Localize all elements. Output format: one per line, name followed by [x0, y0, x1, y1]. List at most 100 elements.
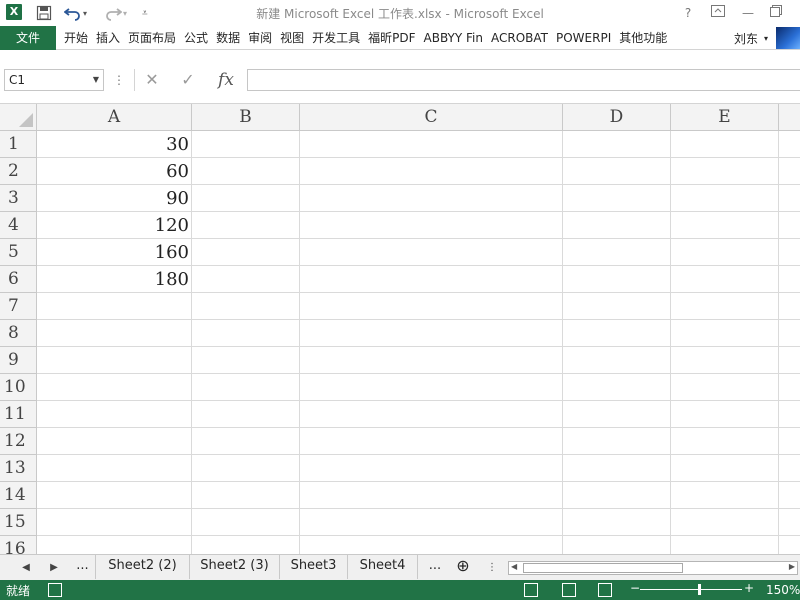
status-bar: 就绪 − + 150%: [0, 580, 800, 600]
scroll-right-arrow-icon[interactable]: ▶: [789, 562, 795, 571]
chevron-down-icon[interactable]: ▾: [764, 34, 768, 43]
row-header[interactable]: 13: [0, 455, 37, 482]
select-all-button[interactable]: [0, 104, 37, 131]
sheet-tab-sheet2-3[interactable]: Sheet2 (3): [190, 555, 280, 579]
horizontal-scrollbar[interactable]: ◀ ▶: [508, 561, 798, 575]
spreadsheet-grid[interactable]: A B C D E 1 2 3 4 5 6 7 8 9 10 11 12 13 …: [0, 104, 800, 554]
column-header-d[interactable]: D: [563, 104, 671, 131]
row-header[interactable]: 5: [0, 239, 37, 266]
cell-a4[interactable]: 120: [37, 212, 192, 239]
cell-a6[interactable]: 180: [37, 266, 192, 293]
row-header[interactable]: 14: [0, 482, 37, 509]
scroll-right-icon[interactable]: ▶: [46, 559, 62, 577]
row-header[interactable]: 8: [0, 320, 37, 347]
gridline: [37, 508, 800, 509]
tab-formulas[interactable]: 公式: [180, 26, 212, 50]
row-header[interactable]: 4: [0, 212, 37, 239]
gridline: [37, 346, 800, 347]
zoom-in-icon[interactable]: +: [744, 581, 754, 595]
gridline: [37, 481, 800, 482]
ribbon-tabs: 文件 开始 插入 页面布局 公式 数据 审阅 视图 开发工具 福昕PDF ABB…: [0, 25, 800, 50]
user-name[interactable]: 刘东: [734, 30, 758, 47]
tab-data[interactable]: 数据: [212, 26, 244, 50]
sheet-tab-sheet3[interactable]: Sheet3: [280, 555, 348, 579]
enter-check-icon[interactable]: ✓: [176, 69, 200, 91]
gridline: [778, 131, 779, 554]
title-bar: X ▾ ▾ ⩡ 新建 Microsoft Excel 工作表.xlsx - Mi…: [0, 0, 800, 26]
row-header[interactable]: 7: [0, 293, 37, 320]
formula-bar: C1 ▼ ⋮ ✕ ✓ fx: [0, 50, 800, 104]
row-header[interactable]: 16: [0, 536, 37, 554]
gridline: [37, 454, 800, 455]
tab-file[interactable]: 文件: [0, 25, 56, 50]
zoom-slider-thumb[interactable]: [698, 584, 701, 595]
minimize-icon[interactable]: —: [738, 3, 758, 23]
more-options-icon[interactable]: ⋮: [484, 559, 500, 577]
gridline: [37, 319, 800, 320]
zoom-out-icon[interactable]: −: [630, 581, 640, 595]
row-header[interactable]: 15: [0, 509, 37, 536]
tab-review[interactable]: 审阅: [244, 26, 276, 50]
page-break-view-icon[interactable]: [598, 583, 612, 597]
sheet-tab-sheet2-2[interactable]: Sheet2 (2): [96, 555, 190, 579]
insert-function-icon[interactable]: fx: [212, 69, 240, 91]
column-header-f[interactable]: [779, 104, 800, 131]
column-header-c[interactable]: C: [300, 104, 563, 131]
zoom-slider[interactable]: [640, 589, 742, 590]
row-header[interactable]: 11: [0, 401, 37, 428]
row-header[interactable]: 2: [0, 158, 37, 185]
cell-a2[interactable]: 60: [37, 158, 192, 185]
more-options-icon[interactable]: ⋮: [112, 69, 126, 91]
gridline: [37, 535, 800, 536]
cell-a3[interactable]: 90: [37, 185, 192, 212]
help-button[interactable]: ?: [678, 3, 698, 23]
add-sheet-icon[interactable]: ⊕: [452, 555, 474, 579]
cancel-icon[interactable]: ✕: [140, 69, 164, 91]
tab-powerpivot[interactable]: POWERPI: [552, 26, 615, 50]
row-header[interactable]: 1: [0, 131, 37, 158]
column-header-b[interactable]: B: [192, 104, 300, 131]
sheet-tab-sheet4[interactable]: Sheet4: [348, 555, 418, 579]
gridline: [37, 373, 800, 374]
cell-a5[interactable]: 160: [37, 239, 192, 266]
zoom-level[interactable]: 150%: [766, 583, 800, 597]
tab-developer[interactable]: 开发工具: [308, 26, 364, 50]
tab-insert[interactable]: 插入: [92, 26, 124, 50]
scroll-left-icon[interactable]: ◀: [18, 559, 34, 577]
normal-view-icon[interactable]: [524, 583, 538, 597]
user-account[interactable]: 刘东 ▾: [734, 26, 800, 50]
tab-acrobat[interactable]: ACROBAT: [487, 26, 552, 50]
scroll-left-arrow-icon[interactable]: ◀: [511, 562, 517, 571]
ribbon-display-icon[interactable]: [708, 3, 728, 23]
tab-view[interactable]: 视图: [276, 26, 308, 50]
cell-a1[interactable]: 30: [37, 131, 192, 158]
gridline: [299, 131, 300, 554]
more-sheets-left[interactable]: ...: [70, 555, 96, 579]
tab-abbyy[interactable]: ABBYY Fin: [420, 26, 487, 50]
divider: [134, 69, 135, 91]
page-layout-view-icon[interactable]: [562, 583, 576, 597]
formula-input[interactable]: [247, 69, 800, 91]
tab-other-functions[interactable]: 其他功能: [615, 26, 671, 50]
status-text: 就绪: [6, 584, 31, 598]
gridline: [670, 131, 671, 554]
column-header-a[interactable]: A: [37, 104, 192, 131]
row-header[interactable]: 12: [0, 428, 37, 455]
chevron-down-icon[interactable]: ▼: [93, 70, 99, 90]
scrollbar-thumb[interactable]: [523, 563, 683, 573]
row-header[interactable]: 10: [0, 374, 37, 401]
restore-icon[interactable]: [766, 3, 786, 23]
row-header[interactable]: 9: [0, 347, 37, 374]
column-header-e[interactable]: E: [671, 104, 779, 131]
more-sheets-right[interactable]: ...: [418, 555, 452, 579]
row-header[interactable]: 6: [0, 266, 37, 293]
row-header[interactable]: 3: [0, 185, 37, 212]
tab-home[interactable]: 开始: [60, 26, 92, 50]
macro-record-icon[interactable]: [48, 583, 62, 597]
name-box[interactable]: C1 ▼: [4, 69, 104, 91]
gridline: [37, 400, 800, 401]
name-box-value: C1: [9, 73, 26, 87]
avatar[interactable]: [776, 27, 800, 49]
tab-foxit-pdf[interactable]: 福昕PDF: [364, 26, 419, 50]
tab-page-layout[interactable]: 页面布局: [124, 26, 180, 50]
